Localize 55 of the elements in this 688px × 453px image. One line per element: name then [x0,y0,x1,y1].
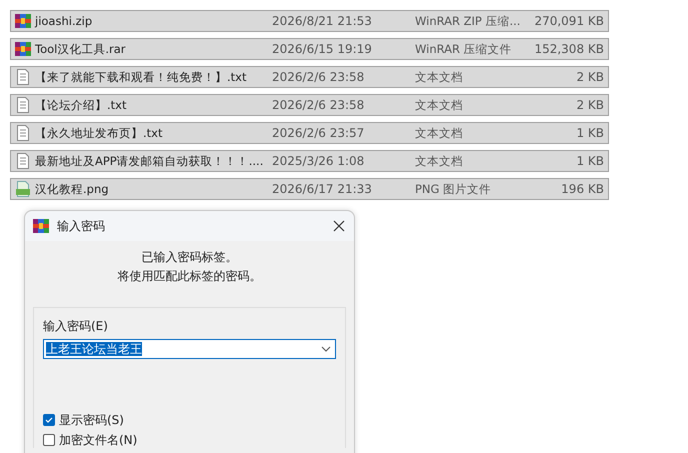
file-name: jioashi.zip [35,14,92,28]
text-document-icon [15,97,31,113]
file-type: WinRAR 压缩文件 [415,42,513,56]
file-name: 汉化教程.png [35,182,109,196]
image-file-icon [15,181,31,197]
close-icon[interactable] [332,219,346,233]
file-name: 最新地址及APP请发邮箱自动获取！！！.... [35,154,264,168]
file-type: WinRAR ZIP 压缩... [415,14,522,28]
file-type: 文本文档 [415,98,464,112]
file-size: 152,308 KB [533,42,604,56]
stacked-books-icon [15,41,31,57]
text-document-icon [15,125,31,141]
checkbox[interactable] [43,414,55,426]
file-name: 【来了就能下载和观看！纯免费！】.txt [35,70,246,84]
file-row[interactable]: 【来了就能下载和观看！纯免费！】.txt 2026/2/6 23:58 文本文档 2 KB [10,66,609,88]
checkmark-icon [45,416,53,424]
password-combo-box[interactable]: 上老王论坛当老王 [43,339,336,359]
password-label: 输入密码(E) [43,318,109,335]
file-row[interactable]: 最新地址及APP请发邮箱自动获取！！！.... 2025/3/26 1:08 文本文档 1 KB [10,150,609,172]
file-date: 2026/6/15 19:19 [272,42,373,56]
checkbox-label: 显示密码(S) [59,412,124,428]
text-document-icon [15,153,31,169]
dialog-title: 输入密码 [57,218,106,234]
stacked-books-icon [33,218,49,234]
file-date: 2025/3/26 1:08 [272,154,366,168]
file-name: Tool汉化工具.rar [35,42,126,56]
file-name: 【论坛介绍】.txt [35,98,126,112]
file-row[interactable]: Tool汉化工具.rar 2026/6/15 19:19 WinRAR 压缩文件 152,308 KB [10,38,609,60]
dialog-message: 已输入密码标签。 [142,249,238,266]
file-name: 【永久地址发布页】.txt [35,126,162,140]
file-row[interactable]: 【永久地址发布页】.txt 2026/2/6 23:57 文本文档 1 KB [10,122,609,144]
file-date: 2026/2/6 23:58 [272,70,366,84]
file-date: 2026/6/17 21:33 [272,182,373,196]
chevron-down-icon[interactable] [321,346,331,352]
file-date: 2026/2/6 23:58 [272,98,366,112]
file-size: 1 KB [575,126,604,140]
checkbox-label: 加密文件名(N) [59,432,138,448]
text-document-icon [15,69,31,85]
checkbox[interactable] [43,434,55,446]
file-size: 270,091 KB [533,14,604,28]
file-type: 文本文档 [415,154,464,168]
file-size: 2 KB [575,70,604,84]
file-row[interactable]: jioashi.zip 2026/8/21 21:53 WinRAR ZIP 压缩... 270,091 KB [10,10,609,32]
dialog-message: 将使用匹配此标签的密码。 [118,268,262,285]
file-type: 文本文档 [415,70,464,84]
file-date: 2026/8/21 21:53 [272,14,373,28]
stacked-books-icon [15,13,31,29]
file-row[interactable]: 汉化教程.png 2026/6/17 21:33 PNG 图片文件 196 KB [10,178,609,200]
file-size: 196 KB [560,182,604,196]
file-date: 2026/2/6 23:57 [272,126,366,140]
file-type: 文本文档 [415,126,464,140]
file-type: PNG 图片文件 [415,182,492,196]
file-size: 1 KB [575,154,604,168]
file-size: 2 KB [575,98,604,112]
file-row[interactable]: 【论坛介绍】.txt 2026/2/6 23:58 文本文档 2 KB [10,94,609,116]
